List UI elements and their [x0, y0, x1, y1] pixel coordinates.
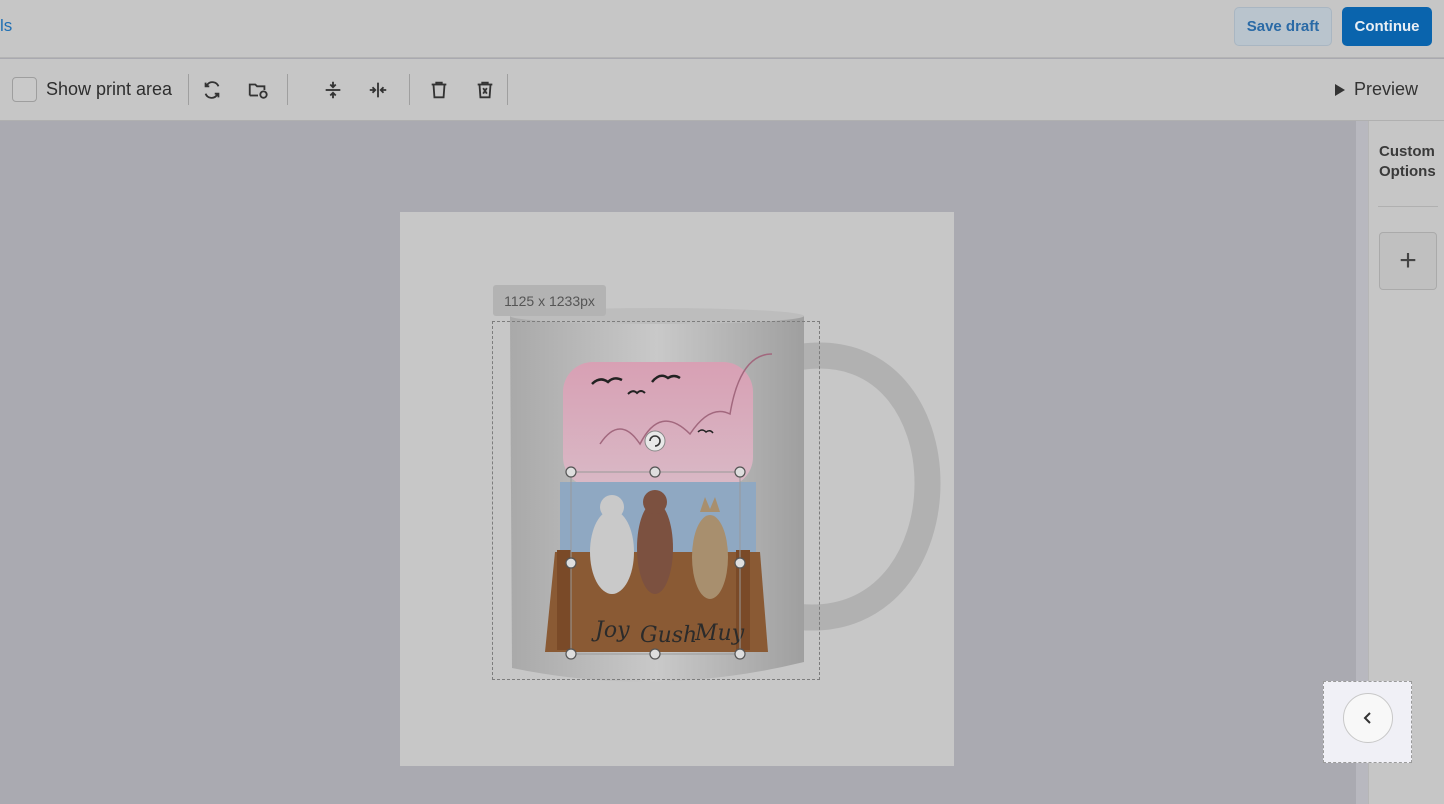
- delete-all-icon[interactable]: [471, 76, 499, 104]
- show-print-area-checkbox[interactable]: [12, 77, 37, 102]
- delete-icon[interactable]: [425, 76, 453, 104]
- align-vertical-center-icon[interactable]: [319, 76, 347, 104]
- chevron-left-icon: [1363, 712, 1371, 724]
- replace-icon[interactable]: [198, 76, 226, 104]
- preview-label: Preview: [1354, 79, 1419, 99]
- top-bar: ls Save draft Continue: [0, 0, 1444, 58]
- back-link[interactable]: ls: [0, 16, 12, 36]
- toolbar-divider: [507, 74, 508, 105]
- save-draft-button[interactable]: Save draft: [1234, 7, 1332, 46]
- editor-toolbar: Show print area Preview: [0, 59, 1444, 121]
- toolbar-divider: [188, 74, 189, 105]
- folder-sync-icon[interactable]: [244, 76, 272, 104]
- align-horizontal-center-icon[interactable]: [364, 76, 392, 104]
- print-dimension-label: 1125 x 1233px: [493, 285, 606, 316]
- preview-button[interactable]: Preview: [1334, 79, 1418, 100]
- panel-divider: [1378, 206, 1438, 207]
- print-area-outline: [492, 321, 820, 680]
- toolbar-divider: [287, 74, 288, 105]
- continue-button[interactable]: Continue: [1342, 7, 1432, 46]
- play-icon: [1335, 83, 1345, 96]
- show-print-area-label[interactable]: Show print area: [46, 79, 172, 100]
- custom-options-title: Custom Options: [1379, 143, 1436, 180]
- collapse-panel-button[interactable]: [1343, 693, 1393, 743]
- toolbar-divider: [409, 74, 410, 105]
- add-option-button[interactable]: +: [1379, 232, 1437, 290]
